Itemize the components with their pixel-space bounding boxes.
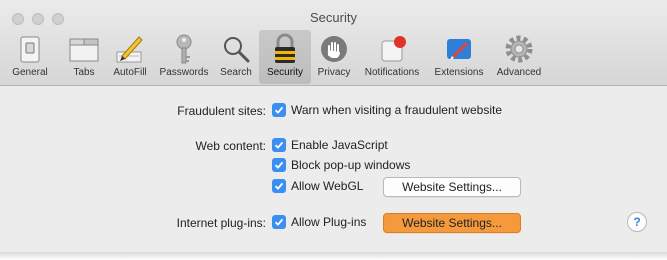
allow-webgl-label: Allow WebGL	[291, 179, 364, 193]
block-popups-row[interactable]: Block pop-up windows	[272, 158, 410, 172]
general-switch-icon	[20, 36, 40, 63]
tab-security[interactable]: Security	[259, 30, 311, 84]
tab-notifications[interactable]: Notifications	[357, 30, 427, 84]
block-popups-checkbox[interactable]	[272, 158, 286, 172]
warn-fraudulent-label: Warn when visiting a fraudulent website	[291, 103, 502, 117]
warn-fraudulent-checkbox-row[interactable]: Warn when visiting a fraudulent website	[272, 103, 502, 117]
autofill-pencil-icon	[116, 36, 143, 63]
webgl-website-settings-button[interactable]: Website Settings...	[383, 177, 521, 197]
notification-icon	[381, 36, 406, 62]
extensions-icon	[447, 39, 471, 60]
tab-search[interactable]: Search	[215, 30, 257, 84]
tab-tabs-label: Tabs	[73, 67, 95, 78]
web-content-label: Web content:	[195, 139, 267, 153]
window-shadow	[0, 252, 667, 260]
allow-webgl-row[interactable]: Allow WebGL	[272, 179, 363, 193]
tab-autofill-label: AutoFill	[113, 67, 147, 78]
tab-advanced-label: Advanced	[496, 67, 542, 78]
title-bar: Security General Tabs AutoFill Passwords…	[0, 0, 667, 86]
tab-general[interactable]: General	[6, 30, 54, 84]
enable-javascript-row[interactable]: Enable JavaScript	[272, 138, 388, 152]
help-button[interactable]: ?	[627, 212, 647, 232]
allow-plugins-row[interactable]: Allow Plug-ins	[272, 215, 366, 229]
tab-security-label: Security	[266, 67, 304, 78]
tab-autofill[interactable]: AutoFill	[106, 30, 154, 84]
allow-plugins-checkbox[interactable]	[272, 215, 286, 229]
hand-icon	[321, 36, 347, 62]
enable-javascript-label: Enable JavaScript	[291, 138, 388, 152]
tab-passwords[interactable]: Passwords	[155, 30, 213, 84]
key-icon	[176, 34, 192, 64]
tab-advanced[interactable]: Advanced	[490, 30, 548, 84]
tab-privacy-label: Privacy	[317, 67, 351, 78]
tab-general-label: General	[12, 67, 48, 78]
tab-passwords-label: Passwords	[159, 67, 209, 78]
allow-plugins-label: Allow Plug-ins	[291, 215, 367, 229]
checkmark-icon	[274, 161, 284, 169]
block-popups-label: Block pop-up windows	[291, 158, 411, 172]
checkmark-icon	[274, 106, 284, 114]
enable-javascript-checkbox[interactable]	[272, 138, 286, 152]
tab-tabs[interactable]: Tabs	[64, 30, 104, 84]
fraudulent-sites-label: Fraudulent sites:	[177, 104, 266, 118]
window-title: Security	[310, 10, 357, 25]
warn-fraudulent-checkbox[interactable]	[272, 103, 286, 117]
tab-search-label: Search	[220, 67, 252, 78]
allow-webgl-checkbox[interactable]	[272, 179, 286, 193]
lock-icon	[275, 33, 295, 63]
internet-plugins-label: Internet plug-ins:	[176, 216, 266, 230]
preferences-window: Security General Tabs AutoFill Passwords…	[0, 0, 667, 260]
tab-extensions[interactable]: Extensions	[428, 30, 490, 84]
tab-extensions-label: Extensions	[434, 67, 484, 78]
tab-privacy[interactable]: Privacy	[311, 30, 357, 84]
magnifier-icon	[224, 37, 250, 63]
checkmark-icon	[274, 141, 284, 149]
checkmark-icon	[274, 218, 284, 226]
tab-notifications-label: Notifications	[364, 67, 420, 78]
checkmark-icon	[274, 182, 284, 190]
plugins-website-settings-button[interactable]: Website Settings...	[383, 213, 521, 233]
tabs-icon	[69, 38, 99, 62]
gear-icon	[505, 35, 533, 63]
